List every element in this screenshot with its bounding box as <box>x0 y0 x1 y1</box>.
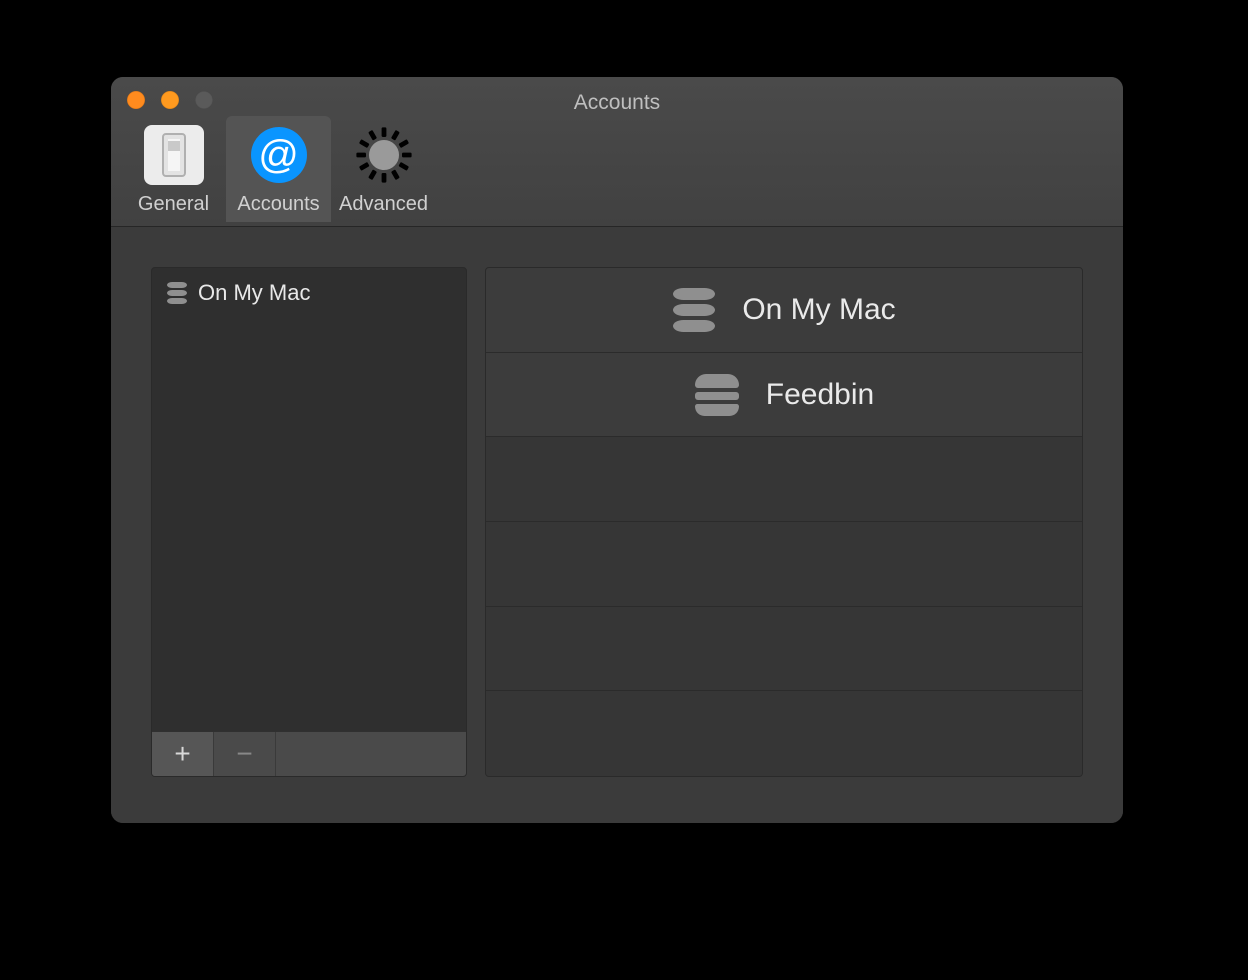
account-type-on-my-mac[interactable]: On My Mac <box>486 268 1082 353</box>
minus-icon: − <box>236 738 252 770</box>
table-row <box>486 437 1082 522</box>
preferences-toolbar: General @ Accounts <box>121 116 436 222</box>
table-row <box>486 607 1082 692</box>
at-sign-icon: @ <box>249 125 309 185</box>
gear-icon <box>354 125 414 185</box>
tab-accounts[interactable]: @ Accounts <box>226 116 331 222</box>
tab-general-label: General <box>138 193 209 216</box>
account-item-on-my-mac[interactable]: On My Mac <box>156 276 462 310</box>
accounts-body: On My Mac + − On My Mac <box>111 227 1123 823</box>
accounts-sidebar: On My Mac + − <box>151 267 467 777</box>
account-type-list: On My Mac Feedbin <box>485 267 1083 777</box>
database-icon <box>672 288 716 332</box>
sidebar-footer: + − <box>152 731 466 776</box>
tab-advanced[interactable]: Advanced <box>331 116 436 222</box>
accounts-list[interactable]: On My Mac <box>152 268 466 731</box>
feedbin-icon <box>694 374 740 416</box>
database-icon <box>166 282 188 304</box>
account-type-feedbin[interactable]: Feedbin <box>486 353 1082 438</box>
tab-advanced-label: Advanced <box>339 193 428 216</box>
titlebar: Accounts General @ Accounts <box>111 77 1123 227</box>
table-row <box>486 522 1082 607</box>
add-account-button[interactable]: + <box>152 732 214 776</box>
account-type-label: On My Mac <box>742 293 895 327</box>
tab-general[interactable]: General <box>121 116 226 222</box>
remove-account-button[interactable]: − <box>214 732 276 776</box>
tab-accounts-label: Accounts <box>237 193 319 216</box>
switch-icon <box>144 125 204 185</box>
plus-icon: + <box>174 738 190 770</box>
preferences-window: Accounts General @ Accounts <box>111 77 1123 823</box>
account-type-label: Feedbin <box>766 378 874 412</box>
window-title: Accounts <box>111 91 1123 115</box>
table-row <box>486 691 1082 776</box>
account-item-label: On My Mac <box>198 280 310 306</box>
